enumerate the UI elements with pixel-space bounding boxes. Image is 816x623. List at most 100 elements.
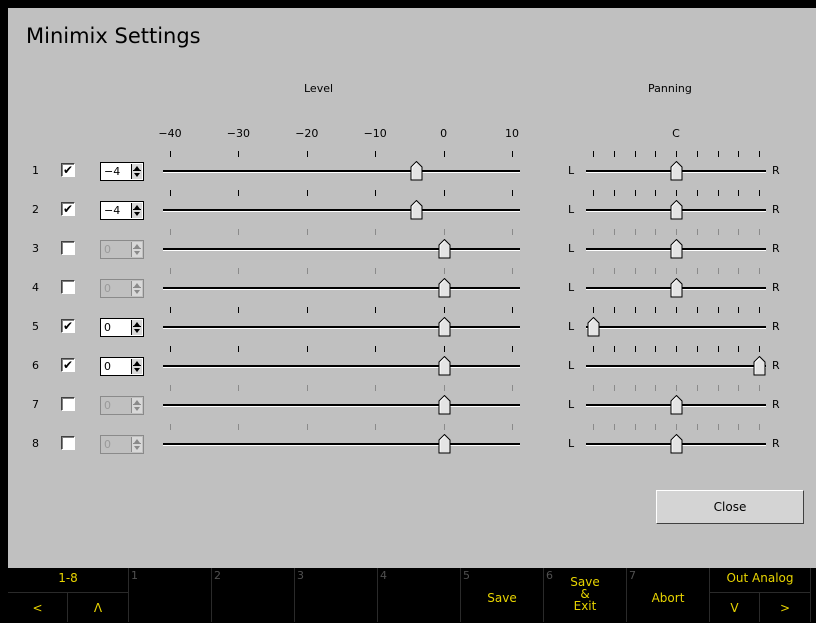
level-slider-thumb[interactable]	[438, 356, 451, 376]
function-key[interactable]: 5 Save	[461, 568, 544, 622]
channel-enable-checkbox[interactable]: ✔	[61, 358, 75, 372]
level-tick	[375, 268, 377, 274]
level-scale-label: −30	[226, 127, 250, 140]
function-subkey-right[interactable]: Λ	[68, 592, 129, 622]
function-key-number: 5	[463, 569, 470, 582]
pan-slider-thumb[interactable]	[670, 278, 683, 298]
level-slider-track[interactable]	[163, 170, 520, 173]
function-key[interactable]: 6 Save & Exit	[544, 568, 627, 622]
level-slider-track[interactable]	[163, 326, 520, 329]
level-stepper: 0	[100, 435, 144, 454]
stepper-arrows	[131, 437, 142, 452]
level-slider-thumb[interactable]	[438, 395, 451, 415]
pan-tick	[634, 268, 636, 274]
pan-slider-track[interactable]	[586, 326, 766, 329]
pan-tick	[759, 346, 760, 352]
level-tick	[443, 268, 445, 274]
channel-enable-checkbox[interactable]	[61, 280, 75, 294]
stepper-down-icon[interactable]	[134, 368, 140, 372]
stepper-down-icon[interactable]	[134, 173, 140, 177]
function-key[interactable]: 7 Abort	[627, 568, 710, 622]
pan-tick	[613, 385, 615, 391]
stepper-arrows[interactable]	[131, 359, 142, 374]
level-scale-label: −20	[295, 127, 319, 140]
level-stepper[interactable]: 0	[100, 318, 144, 337]
pan-slider-thumb[interactable]	[670, 161, 683, 181]
function-key[interactable]: 1-8 < Λ	[8, 568, 129, 622]
pan-tick	[738, 190, 740, 196]
level-slider-thumb[interactable]	[438, 278, 451, 298]
level-slider-track[interactable]	[163, 443, 520, 446]
function-key[interactable]: 3	[295, 568, 378, 622]
stepper-arrows[interactable]	[131, 164, 142, 179]
stepper-down-icon[interactable]	[134, 329, 140, 333]
function-key[interactable]: 4	[378, 568, 461, 622]
function-key[interactable]: 1	[129, 568, 212, 622]
level-slider-track[interactable]	[163, 287, 520, 290]
function-subkey-left[interactable]: V	[710, 592, 760, 622]
level-tick	[443, 190, 445, 196]
pan-tick	[676, 268, 677, 274]
pan-tick	[634, 346, 636, 352]
stepper-down-icon[interactable]	[134, 212, 140, 216]
pan-right-label: R	[772, 203, 780, 216]
pan-tick	[759, 307, 760, 313]
pan-slider-thumb[interactable]	[753, 356, 766, 376]
pan-slider-track[interactable]	[586, 365, 766, 368]
level-tick	[170, 190, 171, 196]
level-scale-label: 10	[505, 127, 519, 140]
function-subkey-left[interactable]: <	[8, 592, 68, 622]
stepper-arrows[interactable]	[131, 320, 142, 335]
pan-tick	[738, 346, 740, 352]
pan-tick	[696, 346, 698, 352]
level-tick	[512, 346, 513, 352]
channel-enable-checkbox[interactable]	[61, 436, 75, 450]
function-key-number: 1	[131, 569, 138, 582]
channel-enable-checkbox[interactable]: ✔	[61, 202, 75, 216]
level-slider-track[interactable]	[163, 248, 520, 251]
level-slider-track[interactable]	[163, 404, 520, 407]
level-tick	[306, 307, 308, 313]
level-stepper: 0	[100, 396, 144, 415]
level-stepper[interactable]: −4	[100, 201, 144, 220]
level-slider-thumb[interactable]	[438, 317, 451, 337]
level-tick	[443, 229, 445, 235]
level-header: Level	[304, 82, 334, 95]
level-slider-thumb[interactable]	[410, 161, 423, 181]
stepper-arrows[interactable]	[131, 203, 142, 218]
pan-tick	[634, 190, 636, 196]
channel-enable-checkbox[interactable]	[61, 397, 75, 411]
level-slider-thumb[interactable]	[438, 239, 451, 259]
function-subkey-right[interactable]: >	[760, 592, 811, 622]
channel-enable-checkbox[interactable]: ✔	[61, 319, 75, 333]
level-tick	[375, 346, 377, 352]
level-slider-track[interactable]	[163, 209, 520, 212]
level-stepper-value: 0	[104, 282, 111, 295]
pan-tick	[634, 385, 636, 391]
level-stepper[interactable]: 0	[100, 357, 144, 376]
function-key-number: 4	[380, 569, 387, 582]
pan-slider-thumb[interactable]	[587, 317, 600, 337]
pan-slider-thumb[interactable]	[670, 395, 683, 415]
pan-slider-thumb[interactable]	[670, 239, 683, 259]
pan-left-label: L	[568, 398, 575, 411]
channel-enable-checkbox[interactable]: ✔	[61, 163, 75, 177]
pan-center-label: C	[672, 127, 680, 140]
pan-slider-thumb[interactable]	[670, 200, 683, 220]
pan-right-label: R	[772, 359, 780, 372]
close-button[interactable]: Close	[656, 490, 804, 524]
pan-slider-thumb[interactable]	[670, 434, 683, 454]
level-tick	[170, 307, 171, 313]
level-slider-track[interactable]	[163, 365, 520, 368]
level-tick	[375, 307, 377, 313]
level-stepper-value: −4	[104, 204, 121, 217]
function-key[interactable]: Out Analog V >	[710, 568, 811, 622]
level-slider-thumb[interactable]	[410, 200, 423, 220]
pan-tick	[593, 346, 594, 352]
level-stepper[interactable]: −4	[100, 162, 144, 181]
function-key[interactable]: 2	[212, 568, 295, 622]
channel-enable-checkbox[interactable]	[61, 241, 75, 255]
level-slider-thumb[interactable]	[438, 434, 451, 454]
pan-tick	[676, 346, 677, 352]
pan-tick	[696, 151, 698, 157]
